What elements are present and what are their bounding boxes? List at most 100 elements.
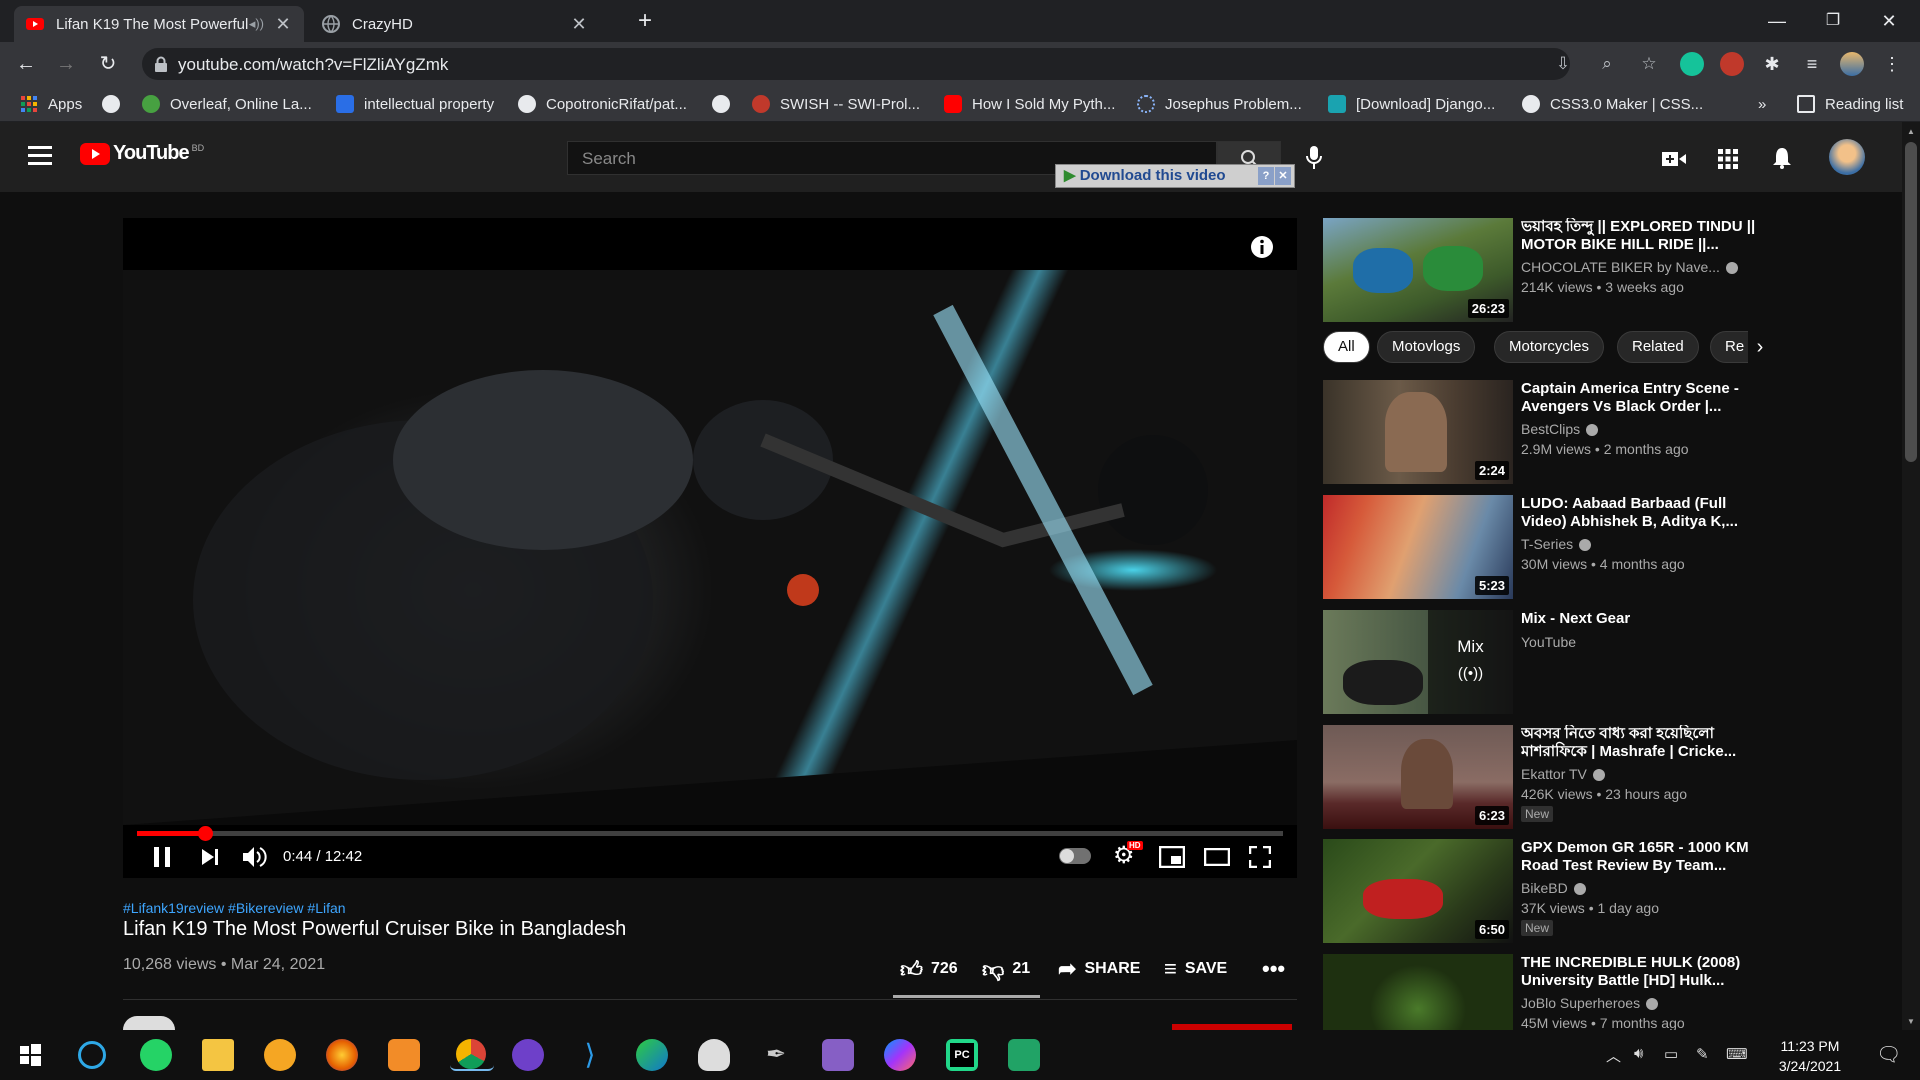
parachute-app-icon[interactable] [698,1039,730,1071]
inkscape-icon[interactable]: ✒ [760,1039,792,1071]
reading-list-button[interactable]: Reading list [1797,94,1903,114]
minimize-button[interactable]: — [1754,6,1800,36]
vscode-icon[interactable]: ⟩ [574,1039,606,1071]
theater-mode-icon[interactable] [1204,848,1230,866]
install-icon[interactable]: ⇩ [1552,54,1574,76]
video-thumbnail[interactable]: 6:50 [1323,839,1513,943]
info-icon[interactable] [1250,235,1274,259]
hamburger-menu-icon[interactable] [28,146,52,165]
bookmark-intellectual-property[interactable]: intellectual property [336,94,494,114]
tab-crazyhd[interactable]: CrazyHD ✕ [310,6,600,42]
bookmark-django[interactable]: [Download] Django... [1328,94,1495,114]
speaker-icon[interactable]: 🔊︎ [1634,1045,1643,1062]
account-avatar[interactable] [1829,139,1865,175]
star-icon[interactable]: ☆ [1638,54,1660,76]
channel-name[interactable]: CHOCOLATE BIKER by Nave... [1521,259,1761,275]
channel-name[interactable]: JoBlo Superheroes [1521,995,1761,1011]
chip-motorcycles[interactable]: Motorcycles [1494,331,1605,363]
channel-name[interactable]: BikeBD [1521,880,1761,896]
extension-icon[interactable] [1720,52,1744,76]
recommended-video[interactable]: 2:24 Captain America Entry Scene - Aveng… [1323,380,1773,484]
file-explorer-icon[interactable] [202,1039,234,1071]
visual-studio-icon[interactable] [822,1039,854,1071]
close-window-button[interactable]: ✕ [1866,6,1912,36]
page-scrollbar[interactable]: ▲ ▼ [1902,122,1920,1030]
video-frame[interactable] [123,270,1297,825]
chip-motovlogs[interactable]: Motovlogs [1377,331,1476,363]
show-hidden-icons-chevron-icon[interactable]: ︿ [1606,1045,1621,1066]
grammarly-extension-icon[interactable] [1680,52,1704,76]
bookmark-apps[interactable]: Apps [20,94,82,114]
recommended-mix[interactable]: Mix ((•)) Mix - Next Gear YouTube [1323,610,1773,714]
recommended-video[interactable]: 26:23 ভয়াবহ তিন্দু || EXPLORED TINDU ||… [1323,218,1773,322]
channel-name[interactable]: YouTube [1521,634,1761,650]
channel-avatar[interactable] [123,1016,175,1030]
chip-related[interactable]: Related [1617,331,1699,363]
recommended-video[interactable]: THE INCREDIBLE HULK (2008) University Ba… [1323,954,1773,1030]
earth-app-icon[interactable] [636,1039,668,1071]
autoplay-toggle[interactable] [1059,848,1091,864]
video-thumbnail[interactable]: 2:24 [1323,380,1513,484]
zoom-icon[interactable]: ⌕ [1596,54,1618,76]
bookmark-github[interactable]: CopotronicRifat/pat... [518,94,687,114]
vpn-app-icon[interactable] [264,1039,296,1071]
share-button[interactable]: ➦ SHARE [1058,956,1140,982]
video-thumbnail[interactable] [1323,954,1513,1030]
video-thumbnail[interactable]: 26:23 [1323,218,1513,322]
bookmark-globe-2[interactable] [712,94,730,114]
bookmark-josephus[interactable]: Josephus Problem... [1137,94,1302,114]
reload-button[interactable]: ↻ [94,50,122,78]
like-button[interactable]: 👍︎ 726 [900,956,958,982]
recommended-video[interactable]: 6:23 অবসর নিতে বাধ্য করা হয়েছিলো মাশরাফ… [1323,725,1773,829]
new-tab-button[interactable]: + [622,6,668,36]
tab-youtube[interactable]: Lifan K19 The Most Powerful ◂)) ✕ [14,6,304,42]
keyboard-icon[interactable]: ⌨ [1726,1045,1748,1063]
media-control-icon[interactable]: ≡ [1800,52,1824,76]
close-icon[interactable]: ✕ [1275,167,1291,185]
windows-start-icon[interactable] [14,1039,46,1071]
microphone-icon[interactable] [1306,146,1322,170]
youtube-logo[interactable]: YouTube BD [80,142,204,165]
bookmark-overleaf[interactable]: Overleaf, Online La... [142,94,312,114]
scrubber-handle[interactable] [197,826,213,841]
miniplayer-icon[interactable] [1159,846,1185,868]
settings-button[interactable]: ⚙ HD [1113,841,1143,868]
fullscreen-icon[interactable] [1249,846,1271,868]
next-video-icon[interactable] [201,848,219,866]
scroll-up-arrow-icon[interactable]: ▲ [1907,127,1915,136]
scrollbar-thumb[interactable] [1905,142,1917,462]
restore-button[interactable]: ❐ [1810,6,1856,36]
channel-name[interactable]: BestClips [1521,421,1761,437]
forward-button[interactable]: → [52,50,80,78]
github-desktop-icon[interactable] [512,1039,544,1071]
bookmark-globe[interactable] [102,94,120,114]
download-video-extension-bar[interactable]: ▶ Download this video ? ✕ [1055,164,1295,188]
tab-audio-icon[interactable]: ◂)) [249,16,264,32]
apps-grid-icon[interactable] [1718,149,1738,169]
volume-icon[interactable] [242,846,268,868]
create-video-icon[interactable] [1662,151,1686,167]
pause-icon[interactable] [153,846,171,868]
video-player[interactable]: 0:44 / 12:42 ⚙ HD [123,218,1297,878]
help-icon[interactable]: ? [1258,167,1274,185]
network-icon[interactable]: ▭ [1664,1045,1678,1063]
scroll-down-arrow-icon[interactable]: ▼ [1907,1017,1915,1026]
video-hashtags[interactable]: #Lifank19review #Bikereview #Lifan [123,900,346,916]
notifications-bell-icon[interactable] [1772,147,1792,169]
action-center-icon[interactable]: 🗨︎ [1876,1042,1901,1067]
system-clock[interactable]: 11:23 PM 3/24/2021 [1760,1036,1860,1076]
bookmark-youtube[interactable]: How I Sold My Pyth... [944,94,1115,114]
profile-avatar[interactable] [1840,52,1864,76]
address-bar[interactable]: youtube.com/watch?v=FlZliAYgZmk ⇩ ⌕ ☆ [142,48,1657,80]
firefox-icon[interactable] [326,1039,358,1071]
tab-close-icon[interactable]: ✕ [274,14,292,35]
whatsapp-icon[interactable] [140,1039,172,1071]
video-thumbnail[interactable]: 6:23 [1323,725,1513,829]
recommended-video[interactable]: 5:23 LUDO: Aabaad Barbaad (Full Video) A… [1323,495,1773,599]
chip-all[interactable]: All [1323,331,1370,363]
puzzle-icon[interactable]: ✱ [1760,52,1784,76]
back-button[interactable]: ← [12,50,40,78]
progress-bar[interactable] [137,826,1283,841]
channel-name[interactable]: Ekattor TV [1521,766,1761,782]
bookmark-swish[interactable]: SWISH -- SWI-Prol... [752,94,920,114]
